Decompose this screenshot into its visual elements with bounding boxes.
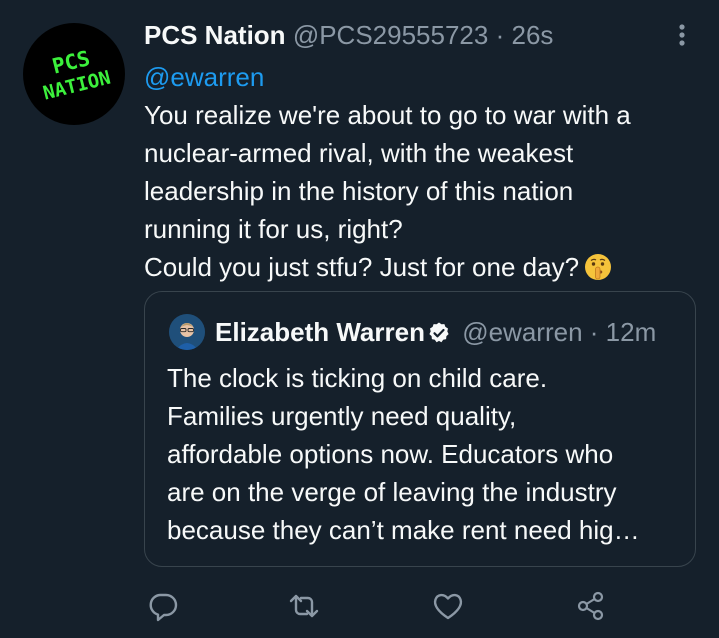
retweet-icon[interactable]	[286, 588, 322, 624]
quoted-separator: ·	[589, 317, 599, 347]
avatar[interactable]: PCS NATION	[23, 23, 125, 125]
tweet-line: You realize we're about to go to war wit…	[144, 100, 631, 130]
timestamp[interactable]: 26s	[512, 20, 554, 50]
tweet-line: leadership in the history of this nation	[144, 176, 574, 206]
tweet-text: @ewarren You realize we're about to go t…	[144, 58, 704, 292]
action-bar	[0, 588, 719, 624]
share-icon[interactable]	[573, 588, 609, 624]
tweet-line: nuclear-armed rival, with the weakest	[144, 138, 574, 168]
verified-badge-icon	[427, 320, 451, 352]
tweet-line: running it for us, right?	[144, 214, 403, 244]
tweet[interactable]: PCS NATION PCS Nation @PCS29555723 · 26s…	[0, 0, 719, 638]
separator: ·	[495, 20, 505, 50]
tweet-header: PCS Nation @PCS29555723 · 26s	[144, 20, 553, 50]
quoted-line: affordable options now. Educators who	[167, 439, 614, 469]
tweet-line-text: Could you just stfu? Just for one day?	[144, 252, 580, 282]
tweet-line-last: Could you just stfu? Just for one day?	[144, 248, 704, 292]
quoted-handle[interactable]: @ewarren	[462, 317, 582, 347]
quoted-header: Elizabeth Warren @ewarren · 12m	[215, 316, 656, 352]
handle[interactable]: @PCS29555723	[293, 20, 489, 50]
mention-link[interactable]: @ewarren	[144, 58, 704, 96]
quoted-display-name[interactable]: Elizabeth Warren	[215, 317, 425, 347]
quoted-timestamp[interactable]: 12m	[606, 317, 657, 347]
quoted-text: The clock is ticking on child care. Fami…	[167, 359, 687, 549]
like-icon[interactable]	[430, 588, 466, 624]
shushing-face-emoji-icon	[583, 252, 613, 292]
quoted-line: are on the verge of leaving the industry	[167, 477, 617, 507]
quoted-line: The clock is ticking on child care.	[167, 363, 548, 393]
quoted-avatar[interactable]	[169, 314, 205, 350]
display-name[interactable]: PCS Nation	[144, 20, 286, 50]
more-options-icon[interactable]	[672, 20, 692, 50]
quoted-tweet[interactable]: Elizabeth Warren @ewarren · 12m The cloc…	[144, 291, 696, 567]
quoted-line: because they can’t make rent need hig…	[167, 515, 640, 545]
reply-icon[interactable]	[145, 588, 181, 624]
quoted-line: Families urgently need quality,	[167, 401, 517, 431]
